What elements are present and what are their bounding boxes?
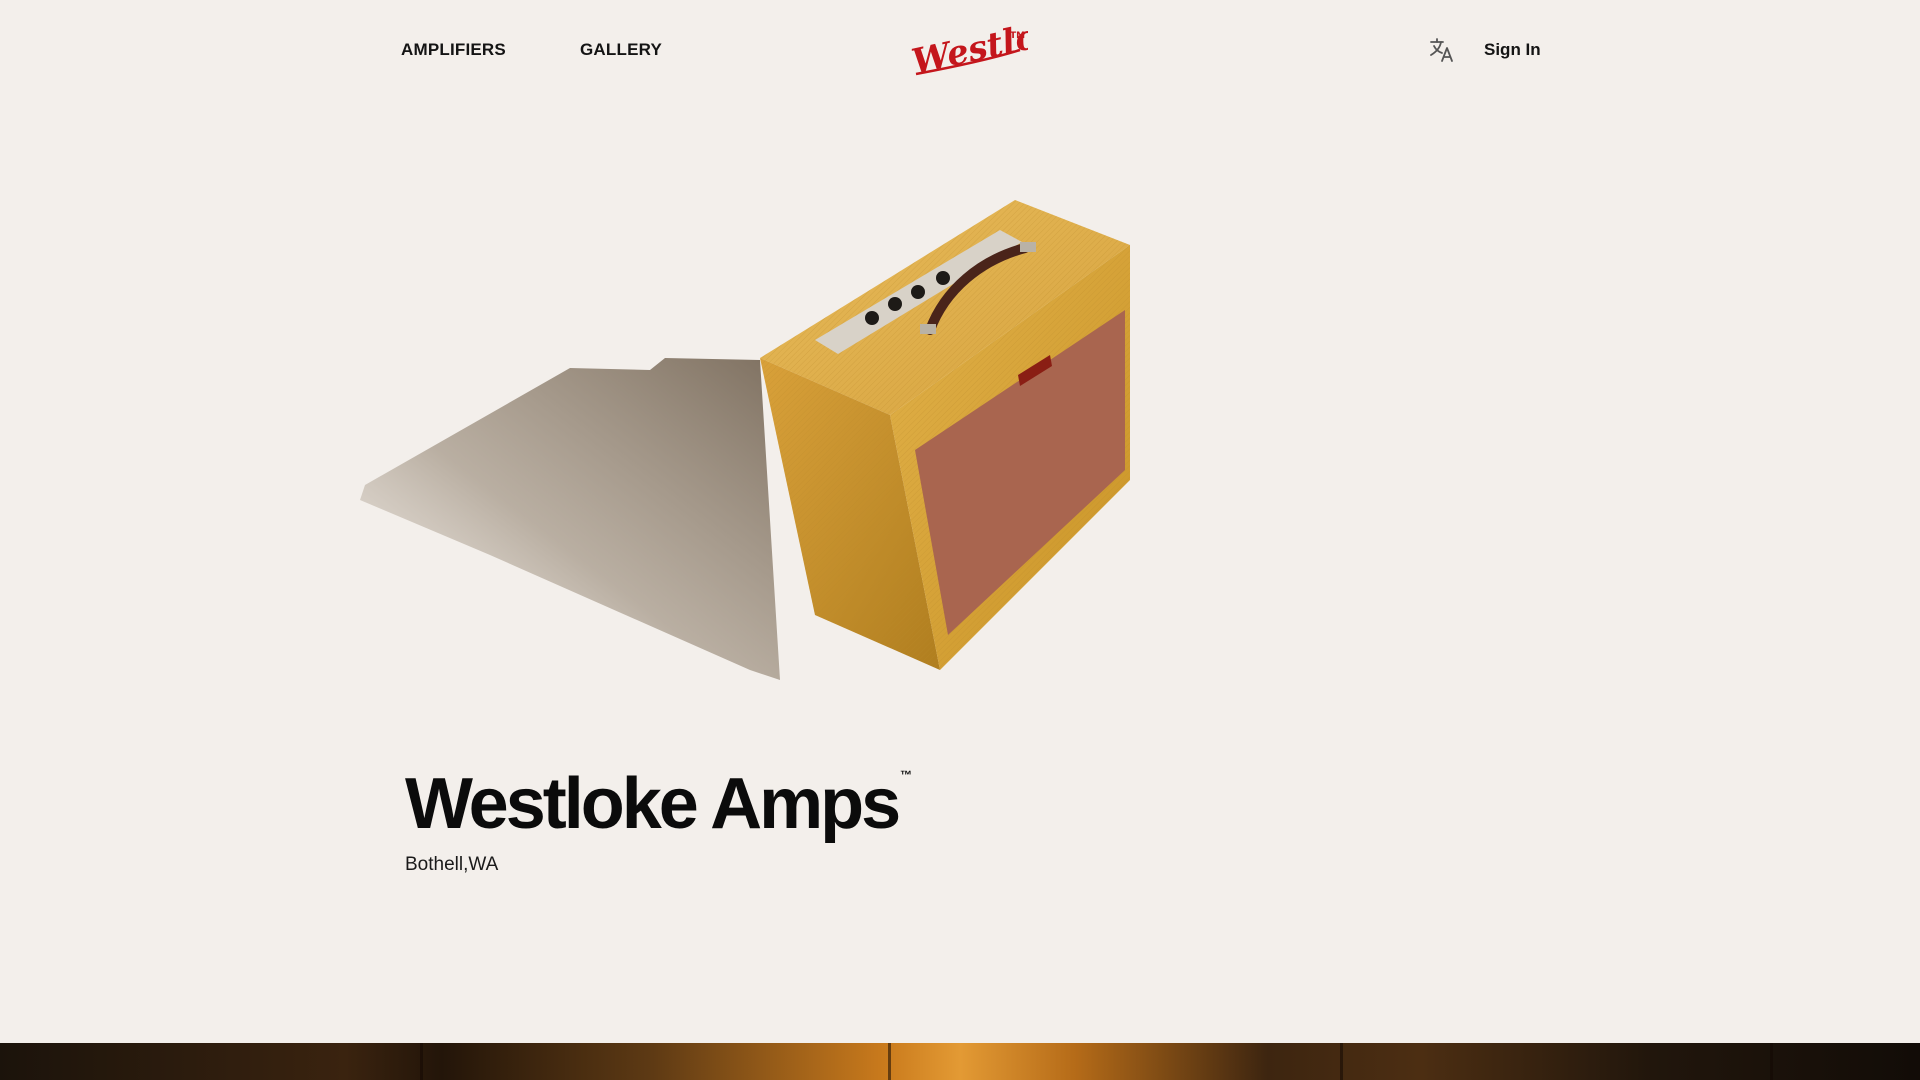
strip-divider [888, 1043, 891, 1080]
nav-amplifiers-link[interactable]: AMPLIFIERS [401, 40, 506, 60]
amplifier-image [360, 200, 1160, 700]
nav-gallery-link[interactable]: GALLERY [580, 40, 662, 60]
bottom-gallery-image [0, 1043, 1920, 1080]
strip-divider [420, 1043, 423, 1080]
location-text: Bothell,WA [405, 854, 499, 875]
trademark-mark: ™ [900, 768, 913, 782]
strip-divider [1340, 1043, 1343, 1080]
westloke-logo[interactable]: Westloke TM [908, 7, 1085, 82]
amp-shadow [360, 358, 780, 680]
sign-in-link[interactable]: Sign In [1484, 40, 1541, 60]
translate-icon[interactable] [1428, 36, 1456, 64]
strip-divider [1770, 1043, 1773, 1080]
page-title: Westloke Amps [405, 764, 901, 844]
hero-title-group: Westloke Amps ™ [405, 768, 912, 840]
logo-tm: TM [1010, 31, 1025, 41]
page: AMPLIFIERS GALLERY Westloke TM Sign In W… [0, 0, 1920, 1080]
